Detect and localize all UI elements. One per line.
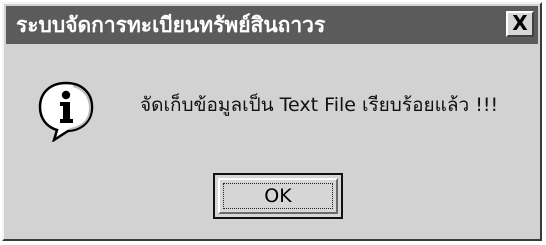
focus-rectangle bbox=[223, 183, 333, 209]
ok-button[interactable]: OK bbox=[213, 173, 343, 219]
close-icon: X bbox=[512, 11, 528, 35]
message-text: จัดเก็บข้อมูลเป็น Text File เรียบร้อยแล้… bbox=[140, 94, 499, 116]
information-icon bbox=[38, 81, 94, 142]
message-dialog: ระบบจัดการทะเบียนทรัพย์สินถาวร X จัดเก็บ… bbox=[2, 2, 542, 241]
title-bar[interactable]: ระบบจัดการทะเบียนทรัพย์สินถาวร X bbox=[6, 6, 538, 44]
dialog-title: ระบบจัดการทะเบียนทรัพย์สินถาวร bbox=[16, 13, 326, 37]
close-button[interactable]: X bbox=[506, 11, 534, 37]
